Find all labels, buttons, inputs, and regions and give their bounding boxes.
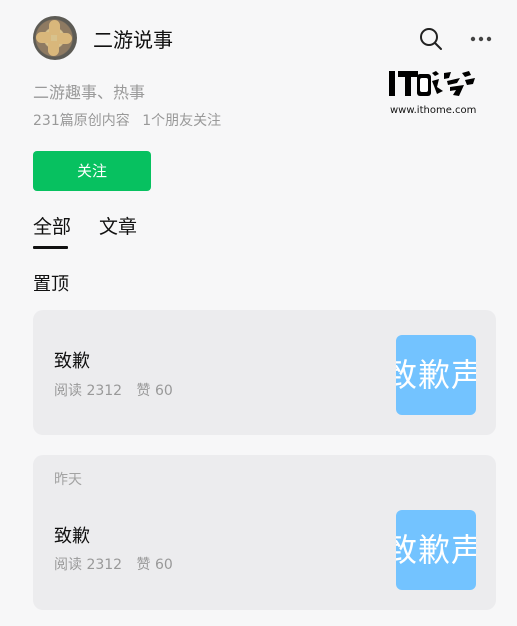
watermark-url: www.ithome.com [390, 105, 477, 116]
article-thumbnail: 致歉声明 [396, 335, 476, 415]
thumbnail-text: 致歉声明 [396, 531, 476, 569]
account-name: 二游说事 [93, 28, 173, 52]
pinned-section-heading: 置顶 [33, 274, 69, 295]
read-count: 阅读 2312 [54, 383, 123, 399]
like-count: 赞 60 [136, 383, 173, 399]
more-options-button[interactable] [465, 24, 497, 54]
tab-articles[interactable]: 文章 [99, 214, 137, 240]
original-content-count: 231篇原创内容 [33, 113, 130, 129]
more-options-icon [470, 36, 492, 42]
article-meta: 阅读 2312 赞 60 [54, 382, 173, 400]
article-meta: 阅读 2312 赞 60 [54, 556, 173, 574]
article-thumbnail: 致歉声明 [396, 510, 476, 590]
pinned-article-card[interactable]: 致歉 阅读 2312 赞 60 致歉声明 [33, 310, 496, 435]
article-title: 致歉 [54, 526, 90, 547]
search-icon [420, 28, 442, 50]
like-count: 赞 60 [136, 557, 173, 573]
thumbnail-text: 致歉声明 [396, 356, 476, 394]
article-date: 昨天 [54, 472, 82, 488]
article-title: 致歉 [54, 351, 90, 372]
avatar-pinwheel-blade [36, 32, 51, 43]
tab-all[interactable]: 全部 [33, 214, 71, 240]
active-tab-indicator [33, 246, 68, 249]
ithome-watermark: www.ithome.com [389, 68, 481, 124]
avatar-pinwheel-blade [48, 41, 59, 56]
friends-following-count[interactable]: 1个朋友关注 [142, 113, 221, 129]
search-button[interactable] [418, 26, 444, 52]
dated-article-card[interactable]: 昨天 致歉 阅读 2312 赞 60 致歉声明 [33, 455, 496, 610]
ithome-logo-icon [389, 71, 475, 96]
avatar[interactable] [33, 16, 77, 60]
read-count: 阅读 2312 [54, 557, 123, 573]
article-tabs: 全部 文章 [33, 214, 493, 254]
follow-button[interactable]: 关注 [33, 151, 151, 191]
account-stats: 231篇原创内容 1个朋友关注 [33, 111, 221, 131]
account-introduction: 二游趣事、热事 [33, 83, 146, 102]
official-account-page: 二游说事 www.ithome.com 二游趣事、热事 231篇原创内容 1个朋… [0, 0, 517, 626]
avatar-pinwheel-blade [57, 33, 72, 44]
